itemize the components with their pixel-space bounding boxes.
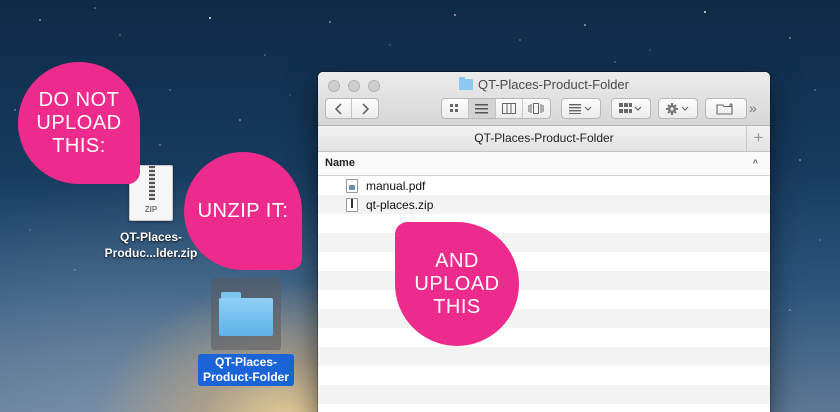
file-list: manual.pdf qt-places.zip	[318, 176, 770, 412]
coverflow-view-button[interactable]	[523, 99, 550, 118]
coverflow-icon	[528, 103, 544, 114]
new-folder-button[interactable]	[705, 98, 747, 119]
gear-icon	[666, 102, 689, 115]
path-tab-bar: QT-Places-Product-Folder +	[318, 126, 770, 152]
path-tab-title[interactable]: QT-Places-Product-Folder	[474, 131, 613, 145]
chevron-left-icon	[334, 102, 342, 115]
window-title: QT-Places-Product-Folder	[318, 77, 770, 92]
name-column-header[interactable]: Name ^	[318, 152, 770, 176]
group-icon	[619, 103, 642, 113]
empty-row	[318, 385, 770, 404]
empty-row	[318, 404, 770, 412]
zipper-graphic	[149, 166, 155, 200]
column-view-button[interactable]	[496, 99, 523, 118]
empty-row	[318, 366, 770, 385]
icon-view-button[interactable]	[442, 99, 469, 118]
file-row-manual-pdf[interactable]: manual.pdf	[318, 176, 770, 195]
callout-do-not-upload: DO NOT UPLOAD THIS:	[18, 62, 140, 184]
arrange-icon	[569, 103, 592, 114]
finder-toolbar: »	[318, 98, 770, 120]
forward-button[interactable]	[352, 99, 378, 118]
action-menu-button[interactable]	[658, 98, 698, 119]
pdf-file-icon	[346, 178, 358, 193]
window-title-text: QT-Places-Product-Folder	[478, 77, 629, 92]
empty-row	[318, 290, 770, 309]
name-column-label: Name	[325, 157, 355, 169]
title-folder-icon	[459, 77, 473, 90]
list-icon	[475, 103, 489, 113]
columns-icon	[501, 103, 516, 114]
zip-label-line1: QT-Places-	[119, 230, 183, 244]
zip-file-icon	[346, 197, 358, 212]
folder-icon	[219, 292, 273, 336]
sort-ascending-icon: ^	[752, 158, 758, 168]
chevron-right-icon	[362, 102, 369, 115]
file-name: manual.pdf	[366, 178, 426, 193]
folder-label-line1: QT-Places-	[214, 355, 278, 369]
back-forward-control	[325, 98, 379, 119]
zip-type-tag: ZIP	[144, 205, 158, 214]
folder-selection-box	[211, 278, 281, 350]
zip-label-line2: Produc...lder.zip	[104, 246, 198, 260]
empty-row	[318, 328, 770, 347]
back-button[interactable]	[326, 99, 352, 118]
folder-label-line2: Product-Folder	[203, 370, 289, 384]
empty-row	[318, 271, 770, 290]
callout-and-upload: AND UPLOAD THIS	[395, 222, 519, 346]
file-row-qt-places-zip[interactable]: qt-places.zip	[318, 195, 770, 214]
finder-titlebar: QT-Places-Product-Folder »	[318, 72, 770, 126]
empty-row	[318, 252, 770, 271]
new-folder-icon	[716, 102, 733, 115]
file-name: qt-places.zip	[366, 197, 434, 212]
empty-row	[318, 214, 770, 233]
empty-row	[318, 233, 770, 252]
group-by-button[interactable]	[611, 98, 651, 119]
folder-label: QT-Places- Product-Folder	[198, 354, 294, 386]
empty-row	[318, 347, 770, 366]
list-view-button[interactable]	[468, 99, 497, 118]
grid-icon	[450, 104, 459, 112]
view-mode-control	[441, 98, 551, 119]
zip-file-label: QT-Places- Produc...lder.zip	[105, 229, 198, 261]
toolbar-overflow-button[interactable]: »	[749, 100, 757, 116]
callout-unzip-it: UNZIP IT:	[184, 152, 302, 270]
new-tab-button[interactable]: +	[746, 126, 770, 151]
finder-window: QT-Places-Product-Folder » QT-Places-Pro…	[318, 72, 770, 412]
empty-row	[318, 309, 770, 328]
arrange-button[interactable]	[561, 98, 601, 119]
desktop-folder[interactable]: QT-Places- Product-Folder	[196, 278, 296, 386]
